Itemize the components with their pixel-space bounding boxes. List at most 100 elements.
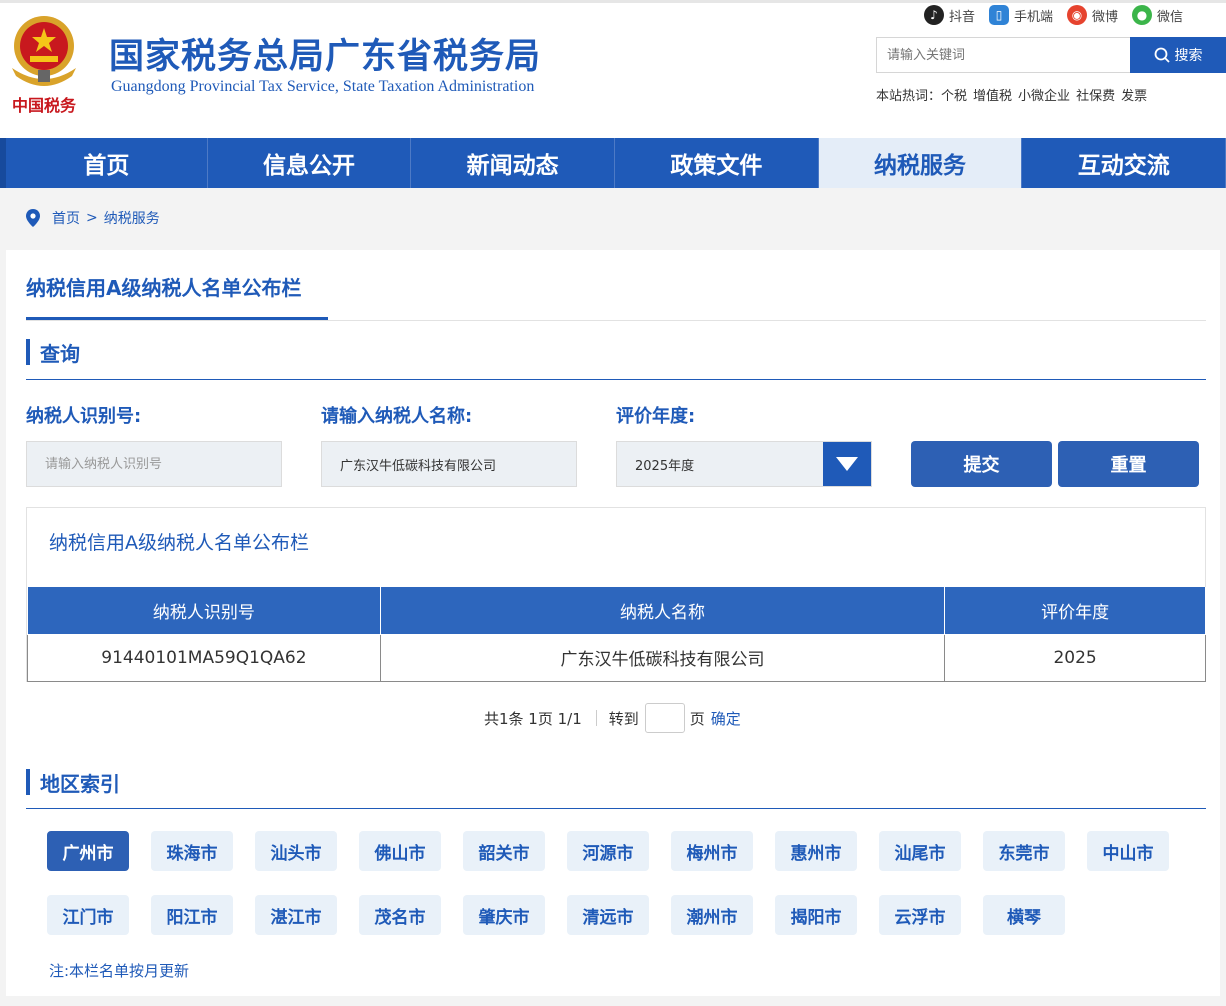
hot-word[interactable]: 发票 xyxy=(1121,85,1147,104)
column-header: 评价年度 xyxy=(944,587,1206,635)
region-yunfu[interactable]: 云浮市 xyxy=(879,895,961,935)
reset-button[interactable]: 重置 xyxy=(1058,441,1199,487)
region-zhaoqing[interactable]: 肇庆市 xyxy=(463,895,545,935)
select-arrow[interactable] xyxy=(823,442,871,486)
region-meizhou[interactable]: 梅州市 xyxy=(671,831,753,871)
heading-bar xyxy=(26,339,30,365)
site-subtitle: Guangdong Provincial Tax Service, State … xyxy=(111,78,535,95)
region-zhuhai[interactable]: 珠海市 xyxy=(151,831,233,871)
pager-page-unit: 页 xyxy=(689,709,705,728)
taxpayer-id-input[interactable] xyxy=(26,441,282,487)
douyin-icon: ♪ xyxy=(924,5,944,25)
pager-confirm-button[interactable]: 确定 xyxy=(711,708,741,729)
site-header: 中国税务 国家税务总局广东省税务局 Guangdong Provincial T… xyxy=(0,0,1226,138)
nav-item-news[interactable]: 新闻动态 xyxy=(411,138,616,188)
region-jieyang[interactable]: 揭阳市 xyxy=(775,895,857,935)
social-douyin[interactable]: ♪ 抖音 xyxy=(924,5,975,25)
region-heyuan[interactable]: 河源市 xyxy=(567,831,649,871)
year-cell: 2025 xyxy=(944,633,1206,682)
social-mobile[interactable]: ▯ 手机端 xyxy=(989,5,1053,25)
breadcrumb-separator: > xyxy=(86,210,98,226)
tax-emblem-logo[interactable]: 中国税务 xyxy=(8,10,80,118)
hot-word[interactable]: 个税 xyxy=(941,85,967,104)
region-section-title: 地区索引 xyxy=(40,771,120,796)
page-number-input[interactable] xyxy=(644,703,685,733)
region-shaoguan[interactable]: 韶关市 xyxy=(463,831,545,871)
taxpayer-name-input[interactable]: 广东汉牛低碳科技有限公司 xyxy=(321,441,577,487)
year-label: 评价年度: xyxy=(616,406,696,427)
nav-item-interaction[interactable]: 互动交流 xyxy=(1022,138,1226,188)
site-title[interactable]: 国家税务总局广东省税务局 xyxy=(109,28,541,79)
query-section-title: 查询 xyxy=(40,341,80,366)
weibo-icon: ◉ xyxy=(1067,5,1088,25)
region-section-divider xyxy=(26,808,1206,809)
nav-item-policy[interactable]: 政策文件 xyxy=(615,138,819,188)
hot-word[interactable]: 社保费 xyxy=(1076,85,1115,104)
query-section-divider xyxy=(26,379,1206,380)
social-label: 微博 xyxy=(1092,9,1119,25)
hot-words-prefix: 本站热词： xyxy=(876,89,942,104)
column-header: 纳税人识别号 xyxy=(27,587,381,635)
taxpayer-id-label: 纳税人识别号: xyxy=(26,406,142,427)
hot-word[interactable]: 增值税 xyxy=(973,85,1012,104)
social-links: ♪ 抖音 ▯ 手机端 ◉ 微博 ● 微信 xyxy=(924,5,1197,25)
region-huizhou[interactable]: 惠州市 xyxy=(775,831,857,871)
pager-divider xyxy=(595,710,597,726)
region-qingyuan[interactable]: 清远市 xyxy=(567,895,649,935)
emblem-caption: 中国税务 xyxy=(12,96,77,115)
heading-bar xyxy=(26,769,30,795)
social-wechat[interactable]: ● 微信 xyxy=(1132,5,1183,25)
mobile-icon: ▯ xyxy=(989,5,1010,25)
main-nav: 首页 信息公开 新闻动态 政策文件 纳税服务 互动交流 xyxy=(0,138,1226,188)
nav-item-tax-service[interactable]: 纳税服务 xyxy=(818,138,1023,188)
year-select[interactable]: 2025年度 xyxy=(616,441,872,487)
main-panel: 纳税信用A级纳税人名单公布栏 查询 纳税人识别号: 请输入纳税人名称: 评价年度… xyxy=(6,250,1220,996)
year-select-value: 2025年度 xyxy=(635,458,695,474)
breadcrumb-current[interactable]: 纳税服务 xyxy=(104,208,160,228)
taxpayer-name-label: 请输入纳税人名称: xyxy=(321,406,473,427)
region-shantou[interactable]: 汕头市 xyxy=(255,831,337,871)
nav-item-info[interactable]: 信息公开 xyxy=(208,138,412,188)
submit-button[interactable]: 提交 xyxy=(911,441,1052,487)
update-note: 注:本栏名单按月更新 xyxy=(49,962,190,980)
breadcrumb: 首页 > 纳税服务 xyxy=(26,208,160,228)
region-foshan[interactable]: 佛山市 xyxy=(359,831,441,871)
region-guangzhou[interactable]: 广州市 xyxy=(47,831,129,871)
table-row: 91440101MA59Q1QA62 广东汉牛低碳科技有限公司 2025 xyxy=(27,633,1206,682)
chevron-down-icon xyxy=(836,457,858,471)
region-jiangmen[interactable]: 江门市 xyxy=(47,895,129,935)
pagination: 共1条 1页 1/1 转到 页 确定 xyxy=(484,703,741,733)
region-zhanjiang[interactable]: 湛江市 xyxy=(255,895,337,935)
search-button-label: 搜索 xyxy=(1174,48,1203,64)
top-divider xyxy=(0,0,1226,3)
result-title: 纳税信用A级纳税人名单公布栏 xyxy=(49,532,309,554)
region-section-heading: 地区索引 xyxy=(26,769,120,796)
region-hengqin[interactable]: 横琴 xyxy=(983,895,1065,935)
region-yangjiang[interactable]: 阳江市 xyxy=(151,895,233,935)
breadcrumb-home[interactable]: 首页 xyxy=(52,208,80,228)
search-input[interactable] xyxy=(876,37,1132,73)
region-dongguan[interactable]: 东莞市 xyxy=(983,831,1065,871)
region-maoming[interactable]: 茂名市 xyxy=(359,895,441,935)
page-title: 纳税信用A级纳税人名单公布栏 xyxy=(26,276,302,300)
search-button[interactable]: 搜索 xyxy=(1130,37,1226,73)
result-table: 纳税人识别号 纳税人名称 评价年度 91440101MA59Q1QA62 广东汉… xyxy=(27,587,1206,682)
social-label: 抖音 xyxy=(949,9,976,25)
social-label: 手机端 xyxy=(1014,9,1054,25)
social-label: 微信 xyxy=(1157,9,1184,25)
region-chaozhou[interactable]: 潮州市 xyxy=(671,895,753,935)
title-divider xyxy=(26,320,1206,321)
hot-word[interactable]: 小微企业 xyxy=(1018,85,1070,104)
result-box: 纳税信用A级纳税人名单公布栏 纳税人识别号 纳税人名称 评价年度 9144010… xyxy=(26,507,1206,682)
region-zhongshan[interactable]: 中山市 xyxy=(1087,831,1169,871)
nav-item-home[interactable]: 首页 xyxy=(0,138,208,188)
social-weibo[interactable]: ◉ 微博 xyxy=(1067,5,1118,25)
table-header-row: 纳税人识别号 纳税人名称 评价年度 xyxy=(27,587,1206,635)
taxpayer-id-cell: 91440101MA59Q1QA62 xyxy=(27,633,381,682)
query-section-heading: 查询 xyxy=(26,339,80,366)
hot-words: 本站热词： 个税 增值税 小微企业 社保费 发票 xyxy=(876,85,1153,104)
region-shanwei[interactable]: 汕尾市 xyxy=(879,831,961,871)
pager-summary: 共1条 1页 1/1 xyxy=(484,709,582,728)
wechat-icon: ● xyxy=(1132,5,1153,25)
pager-goto-label: 转到 xyxy=(608,709,639,728)
